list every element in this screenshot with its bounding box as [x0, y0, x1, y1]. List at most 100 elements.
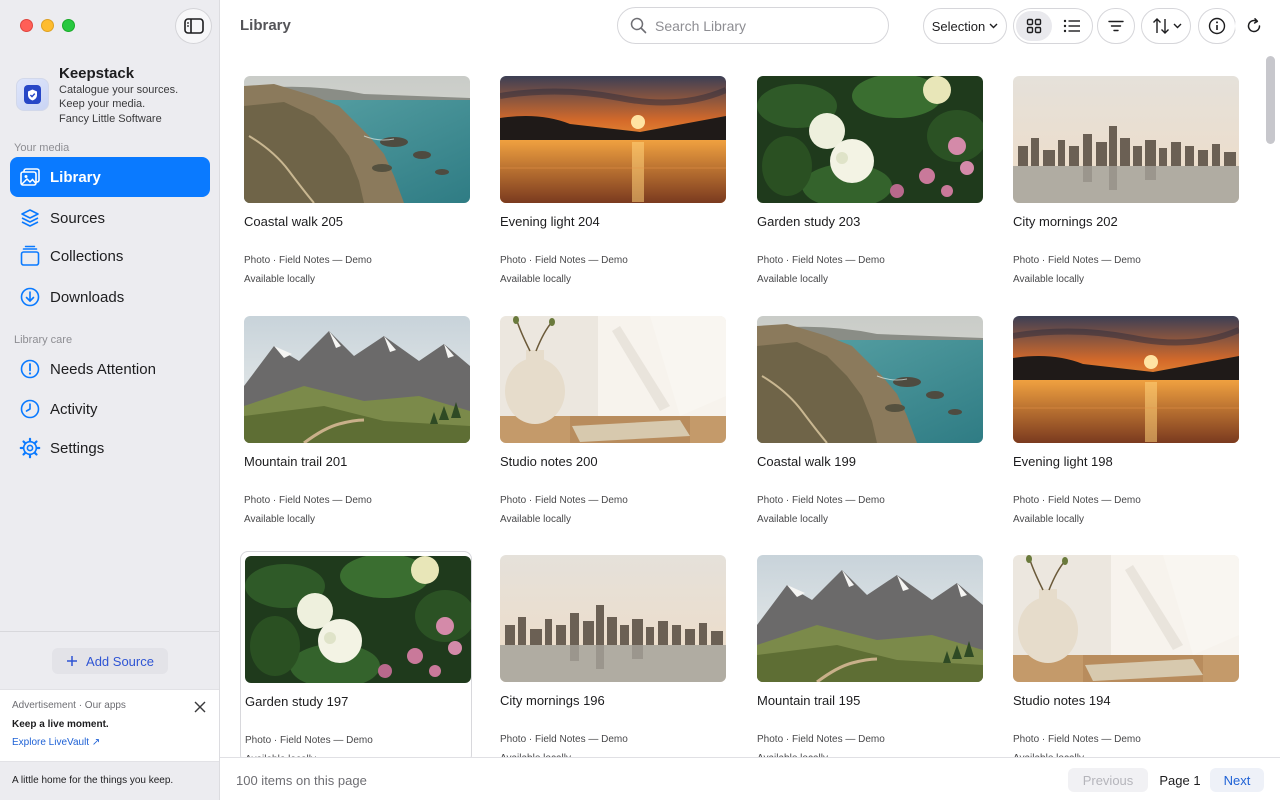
alert-icon	[19, 358, 41, 380]
sort-button[interactable]	[1141, 8, 1191, 44]
close-icon[interactable]	[193, 700, 207, 714]
brand-line: Fancy Little Software	[59, 113, 162, 125]
filter-button[interactable]	[1097, 8, 1135, 44]
sidebar-item-collections[interactable]: Collections	[10, 236, 210, 276]
sidebar-item-label: Downloads	[50, 288, 125, 306]
media-title: Mountain trail 201	[244, 454, 348, 469]
library-icon	[19, 166, 41, 188]
media-meta: Photo · Field Notes — Demo	[757, 255, 885, 266]
sidebar-item-downloads[interactable]: Downloads	[10, 277, 210, 317]
media-meta: Photo · Field Notes — Demo	[757, 734, 885, 745]
media-card[interactable]: Mountain trail 195 Photo · Field Notes — …	[753, 551, 985, 764]
media-thumbnail	[500, 316, 726, 443]
media-thumbnail	[757, 76, 983, 203]
media-status: Available locally	[244, 514, 315, 525]
media-meta: Photo · Field Notes — Demo	[757, 495, 885, 506]
search-field[interactable]	[617, 7, 889, 44]
media-title: Coastal walk 205	[244, 214, 343, 229]
sidebar-item-needs-attention[interactable]: Needs Attention	[10, 349, 210, 389]
scrollbar[interactable]	[1266, 56, 1275, 144]
previous-page-button[interactable]: Previous	[1068, 768, 1148, 792]
sidebar-item-label: Sources	[50, 209, 106, 227]
media-card[interactable]: Evening light 204 Photo · Field Notes — D…	[496, 72, 728, 285]
refresh-icon	[1247, 18, 1261, 33]
media-thumbnail	[1013, 76, 1239, 203]
media-title: Garden study 197	[245, 694, 349, 709]
media-status: Available locally	[1013, 274, 1084, 285]
ad-link[interactable]: Explore LiveVault ↗	[12, 737, 207, 748]
media-status: Available locally	[500, 514, 571, 525]
media-thumbnail	[757, 316, 983, 443]
sidebar-item-library[interactable]: Library	[10, 157, 210, 197]
search-input[interactable]	[655, 17, 875, 34]
info-button[interactable]	[1198, 8, 1236, 44]
sidebar-toggle-button[interactable]	[175, 8, 212, 44]
download-icon	[19, 286, 41, 308]
item-count: 100 items on this page	[236, 773, 367, 788]
media-title: Coastal walk 199	[757, 454, 856, 469]
media-card[interactable]: Coastal walk 199 Photo · Field Notes — De…	[753, 312, 985, 525]
media-card[interactable]: City mornings 202 Photo · Field Notes — D…	[1009, 72, 1241, 285]
sidebar-item-label: Collections	[50, 247, 124, 265]
media-card[interactable]: Garden study 203 Photo · Field Notes — De…	[753, 72, 985, 285]
sidebar-item-sources[interactable]: Sources	[10, 198, 210, 238]
media-title: Garden study 203	[757, 214, 861, 229]
add-source-label: Add Source	[86, 653, 154, 669]
media-card[interactable]: Studio notes 194 Photo · Field Notes — De…	[1009, 551, 1241, 764]
media-status: Available locally	[757, 514, 828, 525]
chevron-down-icon	[1173, 23, 1181, 29]
media-meta: Photo · Field Notes — Demo	[500, 495, 628, 506]
media-status: Available locally	[244, 274, 315, 285]
media-card[interactable]: City mornings 196 Photo · Field Notes — D…	[496, 551, 728, 764]
media-card[interactable]: Garden study 197 Photo · Field Notes — De…	[240, 551, 472, 765]
sidebar-item-activity[interactable]: Activity	[10, 389, 210, 429]
section-label-your-media: Your media	[14, 142, 70, 154]
media-thumbnail	[1013, 316, 1239, 443]
window-controls	[20, 19, 75, 32]
list-view-button[interactable]	[1054, 11, 1090, 41]
media-card[interactable]: Evening light 198 Photo · Field Notes — D…	[1009, 312, 1241, 525]
grid-icon	[1026, 18, 1042, 34]
minimize-window-button[interactable]	[41, 19, 54, 32]
footer-bar: 100 items on this page Previous Page 1 N…	[220, 757, 1280, 800]
media-title: Mountain trail 195	[757, 693, 861, 708]
clock-icon	[19, 398, 41, 420]
sidebar-item-settings[interactable]: Settings	[10, 428, 210, 468]
sidebar-item-label: Activity	[50, 400, 98, 418]
plus-icon	[67, 656, 78, 666]
media-card[interactable]: Mountain trail 201 Photo · Field Notes — …	[240, 312, 472, 525]
close-window-button[interactable]	[20, 19, 33, 32]
media-thumbnail	[1013, 555, 1239, 682]
info-icon	[1208, 17, 1226, 35]
zoom-window-button[interactable]	[62, 19, 75, 32]
sidebar-item-label: Needs Attention	[50, 360, 156, 378]
sidebar-item-label: Library	[50, 168, 101, 186]
media-meta: Photo · Field Notes — Demo	[1013, 734, 1141, 745]
app-logo-icon	[16, 78, 49, 111]
media-meta: Photo · Field Notes — Demo	[245, 735, 373, 746]
grid-view-button[interactable]	[1016, 11, 1052, 41]
media-thumbnail	[500, 76, 726, 203]
selection-menu-button[interactable]: Selection	[923, 8, 1007, 44]
app-name: Keepstack	[59, 65, 135, 82]
next-page-button[interactable]: Next	[1210, 768, 1264, 792]
refresh-button[interactable]	[1235, 8, 1273, 44]
list-icon	[1063, 19, 1080, 33]
media-card[interactable]: Coastal walk 205 Photo · Field Notes — De…	[240, 72, 472, 285]
media-card[interactable]: Studio notes 200 Photo · Field Notes — De…	[496, 312, 728, 525]
ad-title: Keep a live moment.	[12, 719, 109, 730]
media-title: City mornings 196	[500, 693, 605, 708]
page-title: Library	[240, 17, 291, 34]
media-meta: Photo · Field Notes — Demo	[1013, 495, 1141, 506]
media-meta: Photo · Field Notes — Demo	[244, 255, 372, 266]
ad-label: Advertisement · Our apps	[12, 700, 126, 711]
media-meta: Photo · Field Notes — Demo	[244, 495, 372, 506]
media-thumbnail	[245, 556, 471, 683]
brand-line: Catalogue your sources.	[59, 84, 179, 96]
media-thumbnail	[244, 76, 470, 203]
brand-line: Keep your media.	[59, 98, 146, 110]
add-source-button[interactable]: Add Source	[52, 648, 168, 674]
media-status: Available locally	[1013, 514, 1084, 525]
page-indicator: Page 1	[1159, 772, 1201, 788]
media-status: Available locally	[500, 274, 571, 285]
